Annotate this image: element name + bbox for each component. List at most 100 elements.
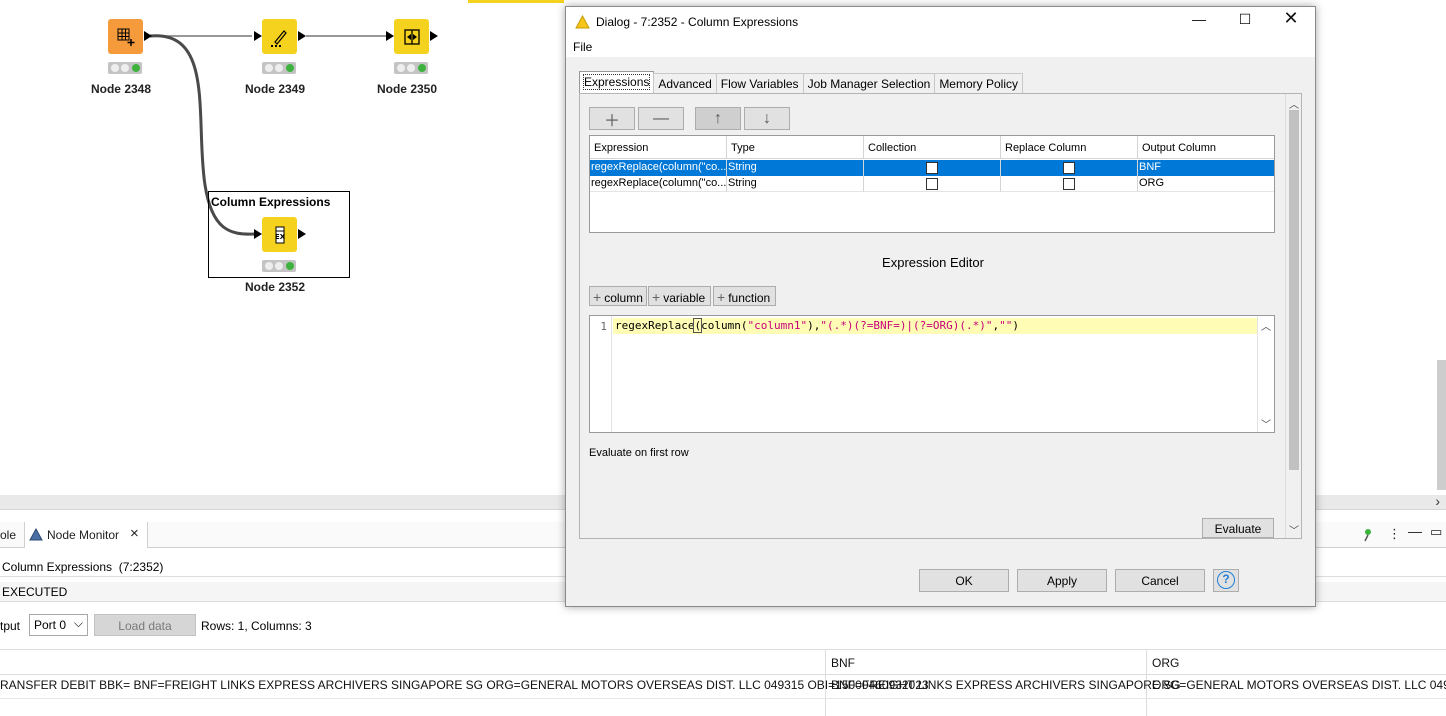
column-expressions-dialog: Dialog - 7:2352 - Column Expressions — ☐… (565, 6, 1316, 607)
node-2352-in-port[interactable] (254, 229, 262, 239)
line-number-gutter: 1 (590, 316, 612, 432)
node-2350-out-port[interactable] (430, 31, 438, 41)
move-up-button[interactable]: ↑ (695, 107, 741, 130)
collection-checkbox[interactable] (926, 178, 938, 190)
row-output: BNF (1139, 161, 1161, 173)
tab-node-monitor[interactable]: Node Monitor × (24, 522, 148, 548)
code-function: regexReplace (615, 319, 695, 332)
chevron-up-icon[interactable]: ︿ (1289, 96, 1299, 111)
help-button[interactable]: ? (1213, 569, 1239, 592)
replace-column-checkbox[interactable] (1063, 178, 1075, 190)
tab-label: Expressions (582, 74, 651, 90)
string-manipulation-icon (270, 29, 287, 47)
node-2350-in-port[interactable] (386, 31, 394, 41)
close-icon[interactable]: × (130, 525, 139, 542)
header-expression[interactable]: Expression (590, 136, 727, 159)
code-text[interactable]: regexReplace(column("column1"),"(.*)(?=B… (615, 318, 1020, 333)
code-paren: ), (807, 319, 821, 332)
load-data-button[interactable]: Load data (94, 614, 196, 636)
tab-advanced[interactable]: Advanced (653, 73, 717, 93)
code-string: "" (999, 319, 1013, 332)
add-expression-button[interactable]: ＋ (589, 107, 635, 130)
pin-icon[interactable] (1362, 528, 1374, 542)
dialog-title: Dialog - 7:2352 - Column Expressions (596, 15, 799, 29)
maximize-panel-icon[interactable]: ▭ (1430, 524, 1442, 540)
node-2349-label[interactable]: Node 2349 (220, 82, 330, 96)
node-2348-out-port[interactable] (144, 31, 152, 41)
menu-file[interactable]: File (573, 40, 592, 54)
column-header-bnf[interactable]: BNF (831, 656, 855, 670)
node-2352-icon[interactable]: EX (262, 217, 297, 252)
row-expression: regexReplace(column("co... (590, 176, 727, 192)
header-collection[interactable]: Collection (864, 136, 1001, 159)
cancel-button[interactable]: Cancel (1115, 569, 1205, 592)
node-2349-out-port[interactable] (298, 31, 306, 41)
chevron-down-icon[interactable]: ﹀ (1261, 416, 1271, 431)
maximize-button[interactable]: ☐ (1230, 11, 1260, 33)
expressions-panel-content: ＋ — ↑ ↓ Expression Type Collection Repla… (581, 95, 1285, 539)
annotation-title: Column Expressions (211, 195, 331, 209)
apply-button[interactable]: Apply (1017, 569, 1107, 592)
node-2349-icon[interactable] (262, 19, 297, 54)
scroll-right-icon[interactable]: › (1435, 493, 1440, 509)
expression-code-editor[interactable]: 1 regexReplace(column("column1"),"(.*)(?… (589, 315, 1275, 433)
row-collection-cell (864, 160, 1001, 176)
replace-column-checkbox[interactable] (1063, 162, 1075, 174)
help-icon: ? (1217, 571, 1235, 589)
canvas-vertical-scrollbar[interactable] (1437, 360, 1446, 490)
node-2349-in-port[interactable] (254, 31, 262, 41)
node-2350-icon[interactable] (394, 19, 429, 54)
table-cell: RANSFER DEBIT BBK= BNF=FREIGHT LINKS EXP… (0, 678, 929, 692)
plus-icon: + (593, 289, 602, 305)
add-variable-button[interactable]: + variable (648, 286, 711, 306)
row-output: ORG (1138, 176, 1274, 192)
node-2348-label[interactable]: Node 2348 (66, 82, 176, 96)
node-2348-status (108, 62, 142, 74)
add-column-button[interactable]: + column (589, 286, 647, 306)
node-state-text: EXECUTED (2, 585, 68, 599)
table-row[interactable]: regexReplace(column("co... String BNF (590, 160, 1274, 176)
close-button[interactable]: ✕ (1276, 8, 1306, 30)
header-replace-column[interactable]: Replace Column (1001, 136, 1138, 159)
tab-flow-variables[interactable]: Flow Variables (715, 73, 804, 93)
node-2350-label[interactable]: Node 2350 (352, 82, 462, 96)
minimize-button[interactable]: — (1184, 11, 1214, 33)
move-down-button[interactable]: ↓ (744, 107, 790, 130)
code-paren: ) (1012, 319, 1020, 332)
chevron-down-icon: ⌵ (73, 616, 83, 630)
node-2348-icon[interactable] (108, 19, 143, 54)
port-select[interactable]: Port 0 ⌵ (29, 614, 88, 636)
chevron-up-icon[interactable]: ︿ (1261, 318, 1271, 333)
evaluate-button[interactable]: Evaluate (1202, 518, 1274, 538)
scrollbar-thumb[interactable] (1289, 110, 1299, 470)
node-2352-status (262, 260, 296, 272)
plus-icon: + (652, 289, 661, 305)
view-menu-icon[interactable]: ⋮ (1388, 526, 1401, 542)
table-row[interactable]: regexReplace(column("co... String ORG (590, 176, 1274, 192)
row-divider (0, 698, 1446, 699)
expression-table: Expression Type Collection Replace Colum… (589, 135, 1275, 233)
svg-text:EX: EX (274, 233, 285, 241)
tab-console-partial[interactable]: ole (0, 528, 16, 542)
code-editor-scrollbar[interactable]: ︿ ﹀ (1257, 316, 1274, 432)
row-expression: regexReplace(column("co... (590, 160, 727, 176)
add-function-button[interactable]: + function (713, 286, 776, 306)
node-2352-label[interactable]: Node 2352 (220, 280, 330, 294)
output-label: tput (0, 619, 21, 633)
column-header-org[interactable]: ORG (1152, 656, 1179, 670)
chevron-down-icon[interactable]: ﹀ (1289, 522, 1299, 537)
header-type[interactable]: Type (727, 136, 864, 159)
tab-job-manager-selection[interactable]: Job Manager Selection (802, 73, 936, 93)
node-2352-out-port[interactable] (298, 229, 306, 239)
collection-checkbox[interactable] (926, 162, 938, 174)
ok-button[interactable]: OK (919, 569, 1009, 592)
tab-expressions[interactable]: Expressions (579, 71, 655, 93)
row-type: String (727, 160, 864, 176)
line-number: 1 (600, 320, 607, 333)
header-output-column[interactable]: Output Column (1138, 136, 1274, 159)
minimize-panel-icon[interactable]: — (1408, 523, 1422, 539)
tab-memory-policy[interactable]: Memory Policy (934, 73, 1023, 93)
remove-expression-button[interactable]: — (638, 107, 684, 130)
panel-vertical-scrollbar[interactable]: ︿ ﹀ (1285, 94, 1301, 538)
dialog-titlebar[interactable]: Dialog - 7:2352 - Column Expressions — ☐… (566, 7, 1315, 37)
